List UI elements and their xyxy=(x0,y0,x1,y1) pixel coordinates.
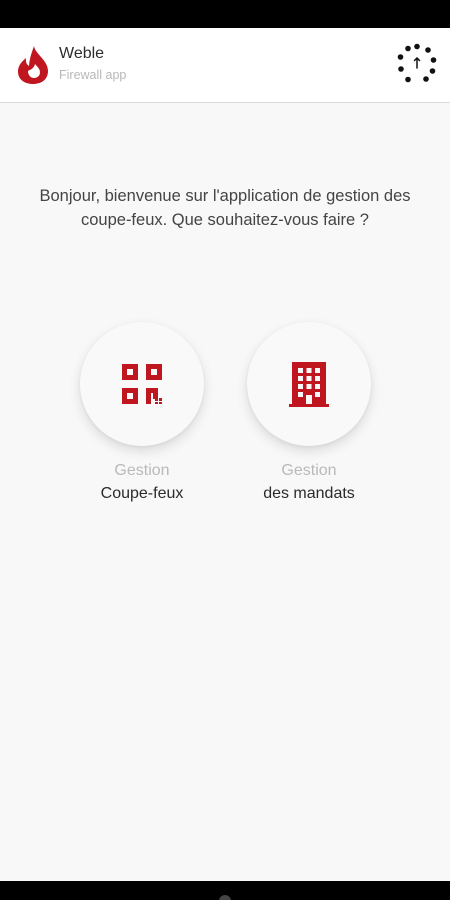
mandates-management-button[interactable]: Gestion des mandats xyxy=(234,322,384,506)
app-subtitle: Firewall app xyxy=(59,68,127,82)
mandates-tile-line2: des mandats xyxy=(263,485,355,502)
mandates-tile-circle xyxy=(247,322,371,446)
qr-scan-icon[interactable] xyxy=(394,42,440,88)
building-icon xyxy=(289,362,329,407)
welcome-message: Bonjour, bienvenue sur l'application de … xyxy=(39,187,411,229)
flame-logo-icon xyxy=(18,46,48,84)
firewall-tile-line1: Gestion xyxy=(114,462,170,479)
home-button[interactable] xyxy=(219,895,231,900)
mandates-tile-line1: Gestion xyxy=(281,462,337,479)
navigation-bar xyxy=(0,881,450,900)
status-bar xyxy=(0,0,450,28)
firewall-management-button[interactable]: Gestion Coupe-feux xyxy=(67,322,217,506)
firewall-tile-circle xyxy=(80,322,204,446)
app-header: Weble Firewall app xyxy=(0,28,450,103)
qr-code-icon xyxy=(122,364,162,404)
app-title: Weble xyxy=(59,45,105,62)
firewall-tile-line2: Coupe-feux xyxy=(100,485,184,502)
